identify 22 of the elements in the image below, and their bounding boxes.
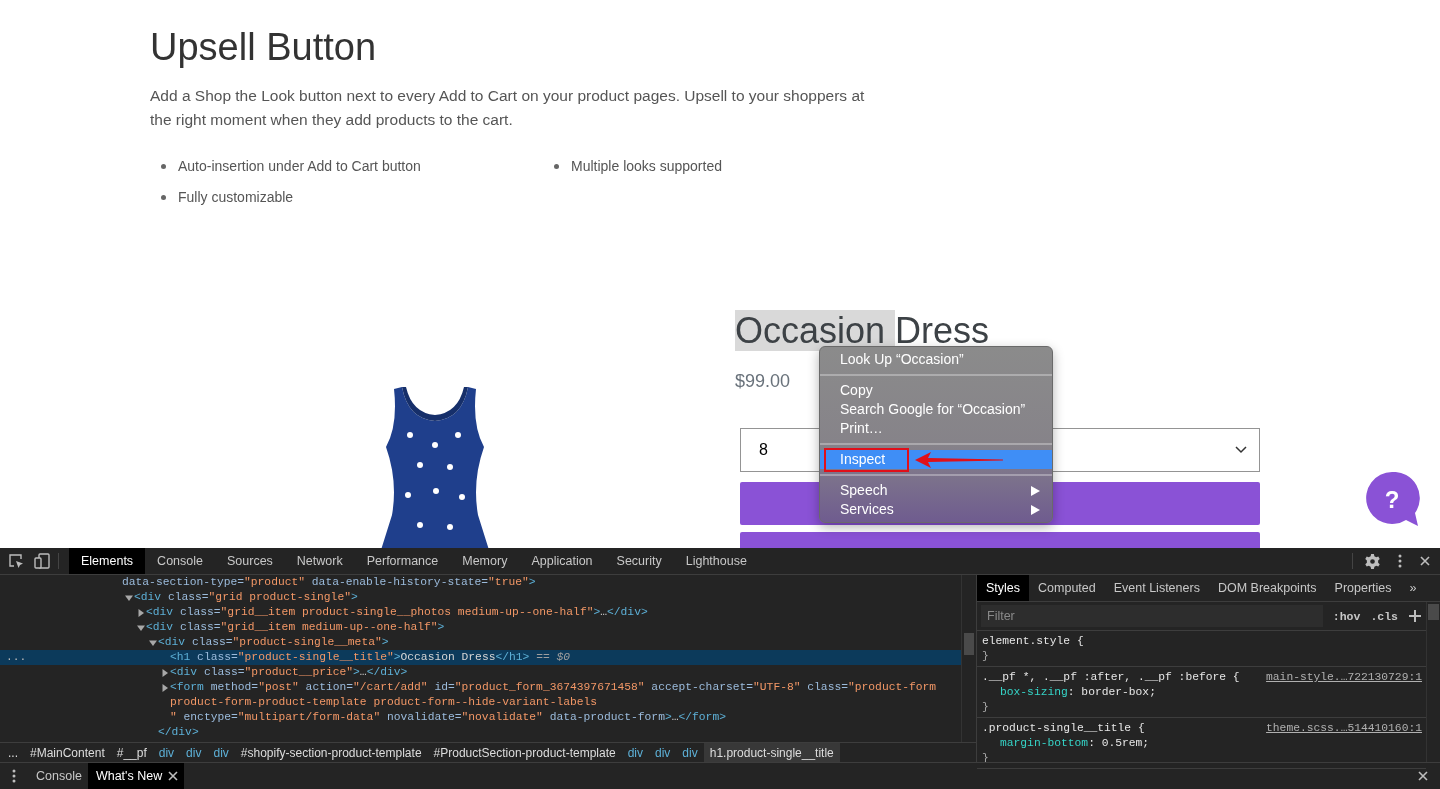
dom-node-code: data-section-type="product" data-enable-history-state="true"> — [122, 575, 536, 590]
product-title: Dress — [895, 310, 990, 351]
dom-node-code: </div> — [158, 725, 199, 740]
closing-brace: } — [982, 649, 990, 664]
page-title: Upsell Button — [150, 25, 377, 70]
dom-node-code: <div class="grid__item medium-up--one-half"> — [146, 620, 445, 635]
dom-node-code: <h1 class="product-single__title">Occasion Dress</h1> == $0 — [170, 650, 571, 665]
dom-node-code: <div class="product-single__meta"> — [158, 635, 389, 650]
feature-text: Auto-insertion under Add to Cart button — [178, 158, 421, 174]
dom-node-code: <div class="grid__item product-single__photos medium-up--one-half">…</div> — [146, 605, 648, 620]
dom-node-code: <div class="product__price">…</div> — [170, 665, 408, 680]
product-price: $99.00 — [735, 370, 791, 393]
dom-node-code: <div class="grid product-single"> — [134, 590, 358, 605]
description-text: Add a Shop the Look button next to every Add to Cart on your product pages. Upsell to your shoppers at the right moment when they add products to the cart. — [150, 86, 866, 130]
dom-node-code: <form method="post" action="/cart/add" id="product_form_3674397671458" accept-charset="UTF-8" class="product-form product-form-product-template product-form--hide-variant-labels " enctype="multipart/form-data" novalidate="novalidate" data-product-form>…</form> — [170, 680, 937, 725]
feature-text: Fully customizable — [178, 189, 294, 205]
product-title: Occasion — [735, 310, 896, 351]
feature-text: Multiple looks supported — [571, 158, 722, 174]
css-selector: element.style { — [982, 634, 1084, 649]
css-selector: .__pf *, .__pf :after, .__pf :before { — [982, 670, 1240, 685]
closing-brace: } — [982, 700, 990, 715]
css-selector: .product-single__title { — [982, 721, 1145, 736]
